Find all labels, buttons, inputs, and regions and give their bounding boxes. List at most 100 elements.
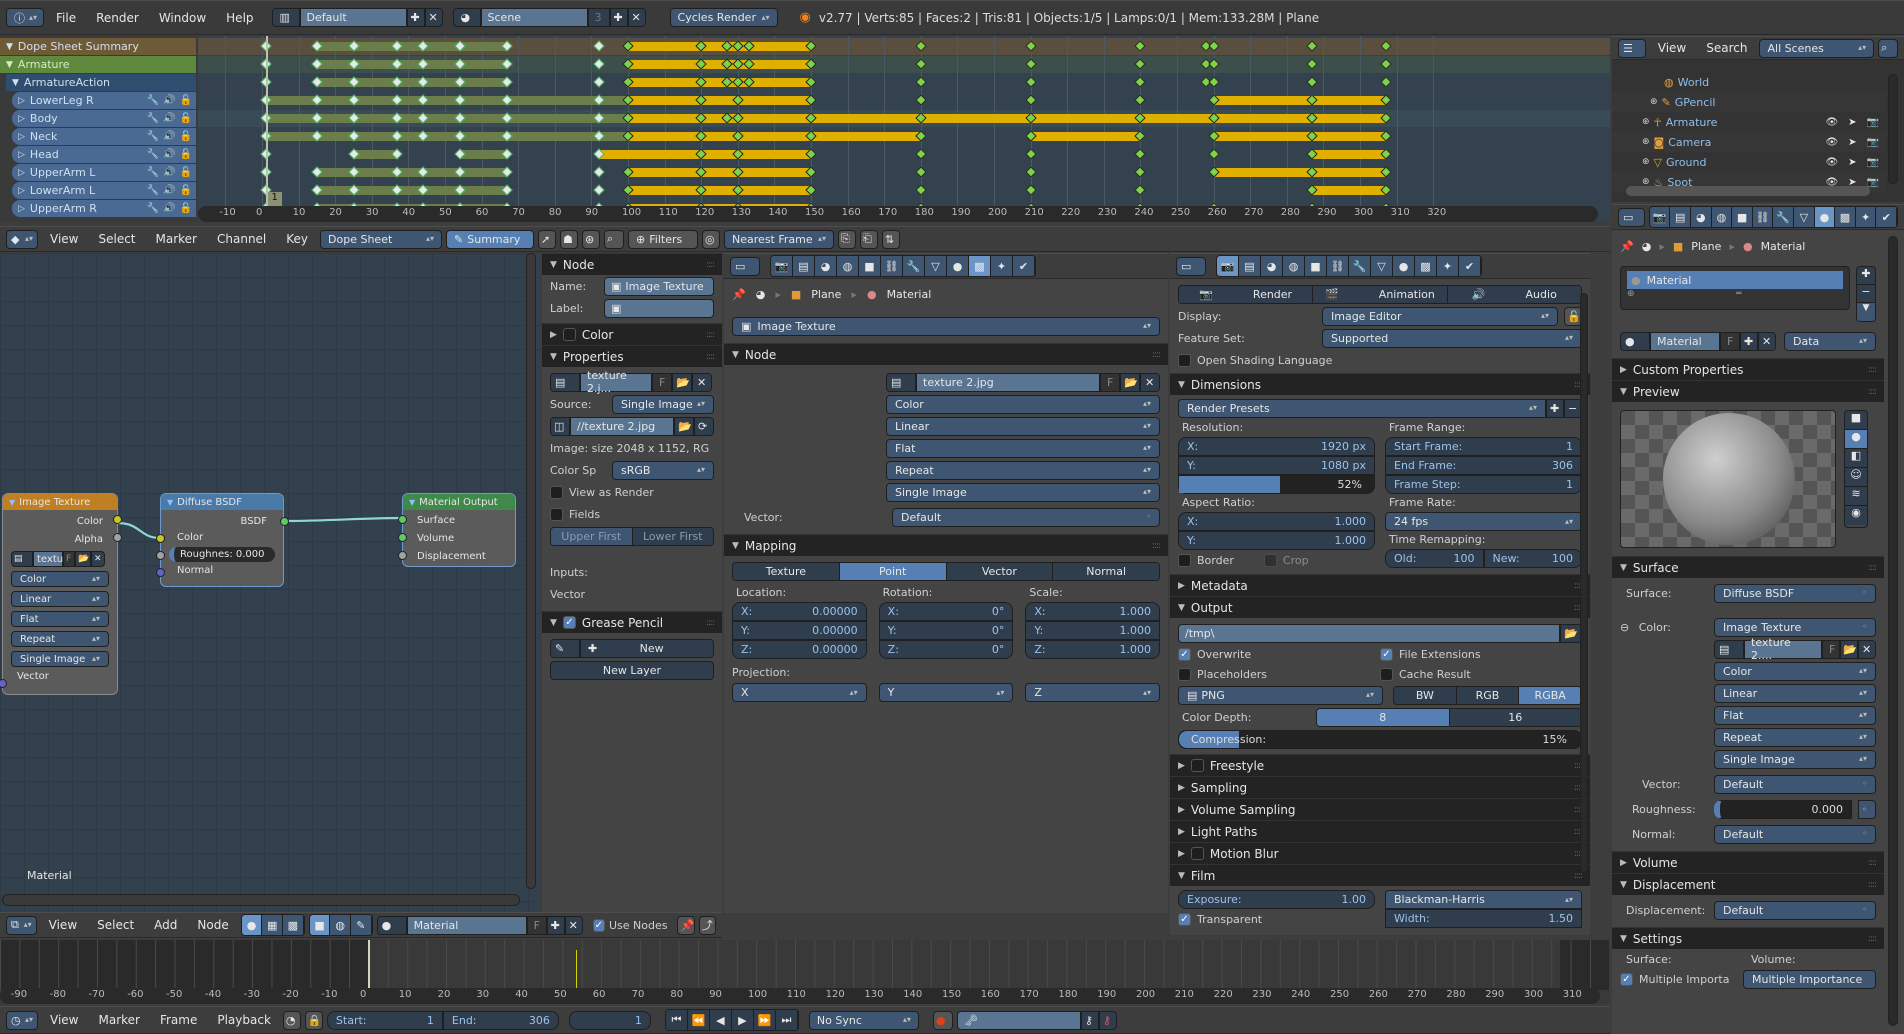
mapping-tab-point[interactable]: Point xyxy=(839,562,947,580)
node-editor[interactable]: ▼ Image Texture Color Alpha ▤ textu F 📂 ✕… xyxy=(0,253,540,913)
expand-icon[interactable]: ⊕ xyxy=(1650,97,1658,107)
lock-icon[interactable]: 🔓 xyxy=(180,185,192,196)
mat-image-name-field[interactable]: texture 2.... xyxy=(1744,636,1822,662)
panel-grease-pencil[interactable]: ▼ ✓ Grease Pencil:::: xyxy=(542,611,722,633)
browse-filepath-button[interactable]: 📂 xyxy=(674,416,694,436)
menu-node-view[interactable]: View xyxy=(41,918,85,932)
start-field[interactable]: Start: 1 xyxy=(326,1010,443,1030)
gp-browse-button[interactable]: ✎ xyxy=(550,638,580,658)
fake-user-button[interactable]: F xyxy=(63,551,75,567)
panel-volume[interactable]: ▶ Volume:::: xyxy=(1612,851,1884,873)
modifier-wrench-icon[interactable]: 🔧 xyxy=(147,149,159,160)
filter-width-field[interactable]: Width: 1.50 xyxy=(1385,909,1582,928)
frame-step-field[interactable]: Frame Step: 1 xyxy=(1385,475,1582,494)
mat-unlink-image-button[interactable]: ✕ xyxy=(1858,639,1876,659)
eye-icon[interactable]: 👁 xyxy=(1825,117,1838,128)
roughness-slider[interactable]: 0.000 xyxy=(1714,799,1852,819)
filters-button[interactable]: ⊕ Filters xyxy=(628,229,699,249)
tab-particles-icon[interactable]: ✦ xyxy=(991,256,1013,276)
lock-icon[interactable]: 🔓 xyxy=(180,149,192,160)
proportional-toggle[interactable]: ◎ xyxy=(702,229,721,249)
socket-volume-green[interactable] xyxy=(398,533,407,542)
mapping-tab-normal[interactable]: Normal xyxy=(1053,562,1159,580)
menu-ds-view[interactable]: View xyxy=(42,232,86,246)
source-dropdown[interactable]: Single Image ▴▾ xyxy=(612,394,714,414)
vector-input-dropdown[interactable]: Default ◦ xyxy=(1714,774,1876,794)
jump-start-button[interactable]: ⏮ xyxy=(665,1010,688,1030)
expand-triangle-icon[interactable]: ▷ xyxy=(18,96,25,106)
tab-constraints-icon[interactable]: ⛓ xyxy=(881,256,903,276)
menu-ds-select[interactable]: Select xyxy=(90,232,143,246)
tex-repeat-dropdown[interactable]: Repeat ▴▾ xyxy=(886,460,1160,480)
menu-node-select[interactable]: Select xyxy=(89,918,142,932)
cursor-select-icon[interactable]: ➤ xyxy=(1848,137,1856,148)
play-button[interactable]: ▶ xyxy=(731,1010,754,1030)
editor-type-dopesheet-button[interactable]: ◆ ▴▾ xyxy=(6,229,38,249)
lock-icon[interactable]: 🔓 xyxy=(180,131,192,142)
expand-icon[interactable]: ⊕ xyxy=(1642,117,1650,127)
image-name-field[interactable]: texture 2.j... xyxy=(580,369,652,395)
file-format-dropdown[interactable]: ▤ PNG ▴▾ xyxy=(1178,685,1383,705)
remove-slot-button[interactable]: − xyxy=(1857,285,1875,303)
sync-mode-dropdown[interactable]: No Sync ▴▾ xyxy=(808,1010,919,1030)
panel-freestyle[interactable]: ▶ Freestyle:::: xyxy=(1170,754,1590,776)
border-checkbox[interactable] xyxy=(1178,553,1191,567)
remap-new-field[interactable]: New: 100 xyxy=(1483,549,1582,568)
material-unlink-button[interactable]: ✕ xyxy=(1758,331,1776,351)
menu-outliner-view[interactable]: View xyxy=(1650,41,1694,55)
menu-render[interactable]: Render xyxy=(88,11,147,25)
insert-keyframe-button[interactable]: ⚷ xyxy=(1080,1010,1099,1030)
roughness-slider[interactable]: Roughnes: 0.000 xyxy=(169,547,275,562)
next-keyframe-button[interactable]: ⏩ xyxy=(753,1010,776,1030)
node-color-checkbox[interactable] xyxy=(562,328,576,341)
node-material-unlink-button[interactable]: ✕ xyxy=(564,915,583,935)
lower-first-button[interactable]: Lower First xyxy=(632,527,713,545)
modifier-wrench-icon[interactable]: 🔧 xyxy=(147,203,159,214)
pack-image-button[interactable]: ◫ xyxy=(550,416,570,436)
collapse-triangle-icon[interactable]: ▼ xyxy=(12,78,19,88)
expand-icon[interactable]: ⊕ xyxy=(1642,157,1650,167)
mat-open-image-button[interactable]: 📂 xyxy=(1840,639,1858,659)
panel-displacement[interactable]: ▼ Displacement:::: xyxy=(1612,873,1884,895)
location-x-field[interactable]: X: 0.00000 xyxy=(732,602,867,621)
resize-grip-icon[interactable]: ═ xyxy=(1736,289,1741,299)
object-shader-button[interactable]: ■ xyxy=(309,915,331,935)
node-header[interactable]: ▼ Material Output xyxy=(403,494,515,510)
render-button[interactable]: 📷 Render xyxy=(1179,285,1314,303)
mat-repeat-dropdown[interactable]: Repeat ▴▾ xyxy=(1714,727,1876,747)
tab-object-icon[interactable]: ■ xyxy=(1305,256,1327,276)
overwrite-checkbox[interactable]: ✓ xyxy=(1178,647,1191,661)
channel-dope-sheet-summary[interactable]: ▼ Dope Sheet Summary xyxy=(0,38,196,55)
tex-unlink-image-button[interactable]: ✕ xyxy=(1140,372,1160,392)
tab-render-layers-icon[interactable]: ▤ xyxy=(1670,207,1692,227)
node-header[interactable]: ▼ Diffuse BSDF xyxy=(161,494,283,510)
fake-user-button[interactable]: F xyxy=(652,372,672,392)
texture-nodes-button[interactable]: ▩ xyxy=(283,915,304,935)
dopesheet-ruler[interactable]: -10 0 10 20 30 40 50 60 70 80 90 100 110 120 130 140 150… xyxy=(198,206,1598,222)
show-hidden-toggle[interactable]: ☗ xyxy=(560,229,579,249)
texture-type-dropdown[interactable]: ▣ Image Texture ▴▾ xyxy=(732,316,1160,336)
tab-object-icon[interactable]: ■ xyxy=(1732,207,1753,227)
panel-properties[interactable]: ▼ Properties:::: xyxy=(542,345,722,367)
pin-icon[interactable]: 📌 xyxy=(1620,240,1634,253)
current-frame-badge[interactable]: 1 xyxy=(267,192,282,206)
tab-data-icon[interactable]: ▽ xyxy=(1371,256,1393,276)
preview-monkey-button[interactable]: ☺ xyxy=(1845,468,1867,487)
summary-toggle[interactable]: ✎ Summary xyxy=(446,229,535,249)
tex-linear-dropdown[interactable]: Linear ▴▾ xyxy=(886,416,1160,436)
panel-motion-blur[interactable]: ▶ Motion Blur:::: xyxy=(1170,842,1590,864)
feature-set-dropdown[interactable]: Supported ▴▾ xyxy=(1322,328,1582,348)
channel-body[interactable]: ▷ Body 🔧 🔊 🔓 xyxy=(12,110,196,127)
panel-sampling[interactable]: ▶ Sampling:::: xyxy=(1170,776,1590,798)
channel-lowerarm-l[interactable]: ▷ LowerArm L 🔧 🔊 🔓 xyxy=(12,182,196,199)
projection-x-dropdown[interactable]: X ▴▾ xyxy=(732,683,867,702)
outliner-vscrollbar[interactable] xyxy=(1888,74,1898,184)
lock-icon[interactable]: 🔓 xyxy=(180,203,192,214)
scale-y-field[interactable]: Y: 1.000 xyxy=(1025,621,1161,640)
lock-range-button[interactable]: 🔒 xyxy=(304,1010,323,1030)
volume-sampling-dropdown[interactable]: Multiple Importance xyxy=(1743,970,1876,989)
tab-particles-icon[interactable]: ✦ xyxy=(1855,207,1877,227)
menu-ds-key[interactable]: Key xyxy=(278,232,316,246)
mat-linear-dropdown[interactable]: Linear ▴▾ xyxy=(1714,683,1876,703)
node-material-name-field[interactable]: Material xyxy=(406,915,527,935)
